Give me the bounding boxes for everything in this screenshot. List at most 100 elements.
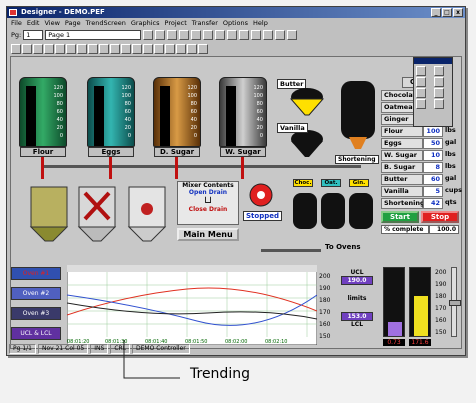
menu-view[interactable]: View (44, 18, 59, 28)
gauge-right (409, 267, 431, 337)
tank-flour-label: Flour (20, 147, 66, 157)
page-name-select[interactable]: Page 1 (45, 29, 142, 40)
menu-page[interactable]: Page (65, 18, 81, 28)
group-icon[interactable] (77, 43, 87, 54)
tank-eggs[interactable]: 120 100 80 60 40 20 0 Eggs (87, 77, 135, 157)
open-icon[interactable] (155, 29, 166, 40)
menu-edit[interactable]: Edit (27, 18, 40, 28)
page-number-field[interactable]: 1 (23, 29, 44, 40)
caption-trending: Trending (190, 366, 250, 382)
legend-oven-2[interactable]: Oven #2 (11, 287, 61, 300)
vanilla-label: Vanilla (277, 123, 308, 133)
tool-palette (413, 57, 453, 127)
close-drain-button[interactable]: Close Drain (178, 206, 238, 213)
copy-icon[interactable] (191, 29, 202, 40)
recipe-row[interactable]: Shortening 42 qts (381, 198, 463, 209)
align-middle-icon[interactable] (55, 43, 65, 54)
image-icon[interactable] (187, 43, 197, 54)
menu-project[interactable]: Project (165, 18, 187, 28)
rectangle-icon[interactable] (433, 66, 444, 76)
recipe-row[interactable]: Flour 100 lbs (381, 126, 463, 137)
mixers-group[interactable] (25, 179, 175, 251)
to-ovens-label: To Ovens (325, 243, 361, 251)
tank-eggs-scale: 120 100 80 60 40 20 0 (121, 85, 131, 139)
maximize-button[interactable]: □ (442, 8, 452, 17)
flip-v-icon[interactable] (132, 43, 142, 54)
tank-d-sugar-scale: 120 100 80 60 40 20 0 (187, 85, 197, 139)
zoom-out-icon[interactable] (227, 29, 238, 40)
line-icon[interactable] (433, 88, 444, 98)
gauge-slider[interactable] (449, 267, 461, 337)
fill-icon[interactable] (416, 99, 426, 109)
align-right-icon[interactable] (33, 43, 43, 54)
minimize-button[interactable]: _ (431, 8, 441, 17)
legend-ucl-lcl[interactable]: UCL & LCL (11, 327, 61, 340)
ucl-value[interactable]: 190.0 (341, 276, 373, 285)
align-left-icon[interactable] (11, 43, 21, 54)
polygon-icon[interactable] (433, 99, 444, 109)
paste-icon[interactable] (203, 29, 214, 40)
pump-icon[interactable] (247, 181, 275, 209)
align-top-icon[interactable] (44, 43, 54, 54)
text-icon[interactable] (416, 77, 426, 87)
menu-trendscreen[interactable]: TrendScreen (86, 18, 126, 28)
legend-oven-3[interactable]: Oven #3 (11, 307, 61, 320)
grid-icon[interactable] (239, 29, 250, 40)
trend-chart[interactable]: 08:01:20 08:01:30 08:01:40 08:01:50 08:0… (67, 265, 317, 345)
menu-help[interactable]: Help (253, 18, 268, 28)
text-tool-icon[interactable] (275, 29, 286, 40)
silos-group[interactable] (289, 189, 377, 237)
rotate-icon[interactable] (143, 43, 153, 54)
toolbar-bottom (7, 42, 465, 55)
menu-graphics[interactable]: Graphics (131, 18, 160, 28)
title-bar: Designer - DEMO.PEF _ □ x (7, 7, 465, 18)
font-icon[interactable] (287, 29, 298, 40)
zoom-in-icon[interactable] (215, 29, 226, 40)
pen-icon[interactable] (165, 43, 175, 54)
tank-eggs-level (94, 86, 104, 146)
undo-icon[interactable] (251, 29, 262, 40)
menu-transfer[interactable]: Transfer (192, 18, 218, 28)
shortening-tank[interactable] (339, 79, 377, 159)
ungroup-icon[interactable] (88, 43, 98, 54)
mixer-contents-panel: Mixer Contents Open Drain ⊔ Close Drain (177, 181, 239, 225)
align-center-icon[interactable] (22, 43, 32, 54)
ellipse-icon[interactable] (416, 88, 426, 98)
status-page: Pg 1/1 (9, 344, 36, 354)
gauge-left (383, 267, 405, 337)
redo-icon[interactable] (263, 29, 274, 40)
main-menu-button[interactable]: Main Menu (177, 228, 239, 241)
bring-front-icon[interactable] (99, 43, 109, 54)
recipe-row[interactable]: W. Sugar 10 lbs (381, 150, 463, 161)
color-icon[interactable] (198, 43, 208, 54)
silo-label-oat: Oat. (321, 179, 341, 187)
cut-icon[interactable] (179, 29, 190, 40)
recipe-row[interactable]: B. Sugar 8 lbs (381, 162, 463, 173)
rotate-tool-icon[interactable] (433, 77, 444, 87)
send-back-icon[interactable] (110, 43, 120, 54)
lcl-value[interactable]: 153.0 (341, 312, 373, 321)
align-bottom-icon[interactable] (66, 43, 76, 54)
limits-panel: UCL 190.0 limits 153.0 LCL (341, 269, 373, 328)
new-icon[interactable] (143, 29, 154, 40)
menu-options[interactable]: Options (223, 18, 248, 28)
recipe-row[interactable]: Vanilla 5 cups (381, 186, 463, 197)
stop-button[interactable]: Stop (421, 211, 459, 223)
recipe-row[interactable]: Butter 60 gal (381, 174, 463, 185)
lock-icon[interactable] (154, 43, 164, 54)
close-button[interactable]: x (453, 8, 463, 17)
chart-icon[interactable] (176, 43, 186, 54)
tank-d-sugar[interactable]: 120 100 80 60 40 20 0 D. Sugar (153, 77, 201, 157)
flip-h-icon[interactable] (121, 43, 131, 54)
legend-oven-1[interactable]: Oven #1 (11, 267, 61, 280)
w-sugar-pipe (241, 157, 244, 179)
ovens-pipe (261, 249, 321, 252)
tank-w-sugar[interactable]: 120 100 80 60 40 20 0 W. Sugar (219, 77, 267, 157)
start-button[interactable]: Start (381, 211, 419, 223)
tank-flour[interactable]: 120 100 80 60 40 20 0 Flour (19, 77, 67, 157)
menu-file[interactable]: File (11, 18, 22, 28)
pointer-icon[interactable] (416, 66, 426, 76)
save-icon[interactable] (167, 29, 178, 40)
recipe-row[interactable]: Eggs 50 gal (381, 138, 463, 149)
tank-d-sugar-label: D. Sugar (154, 147, 200, 157)
